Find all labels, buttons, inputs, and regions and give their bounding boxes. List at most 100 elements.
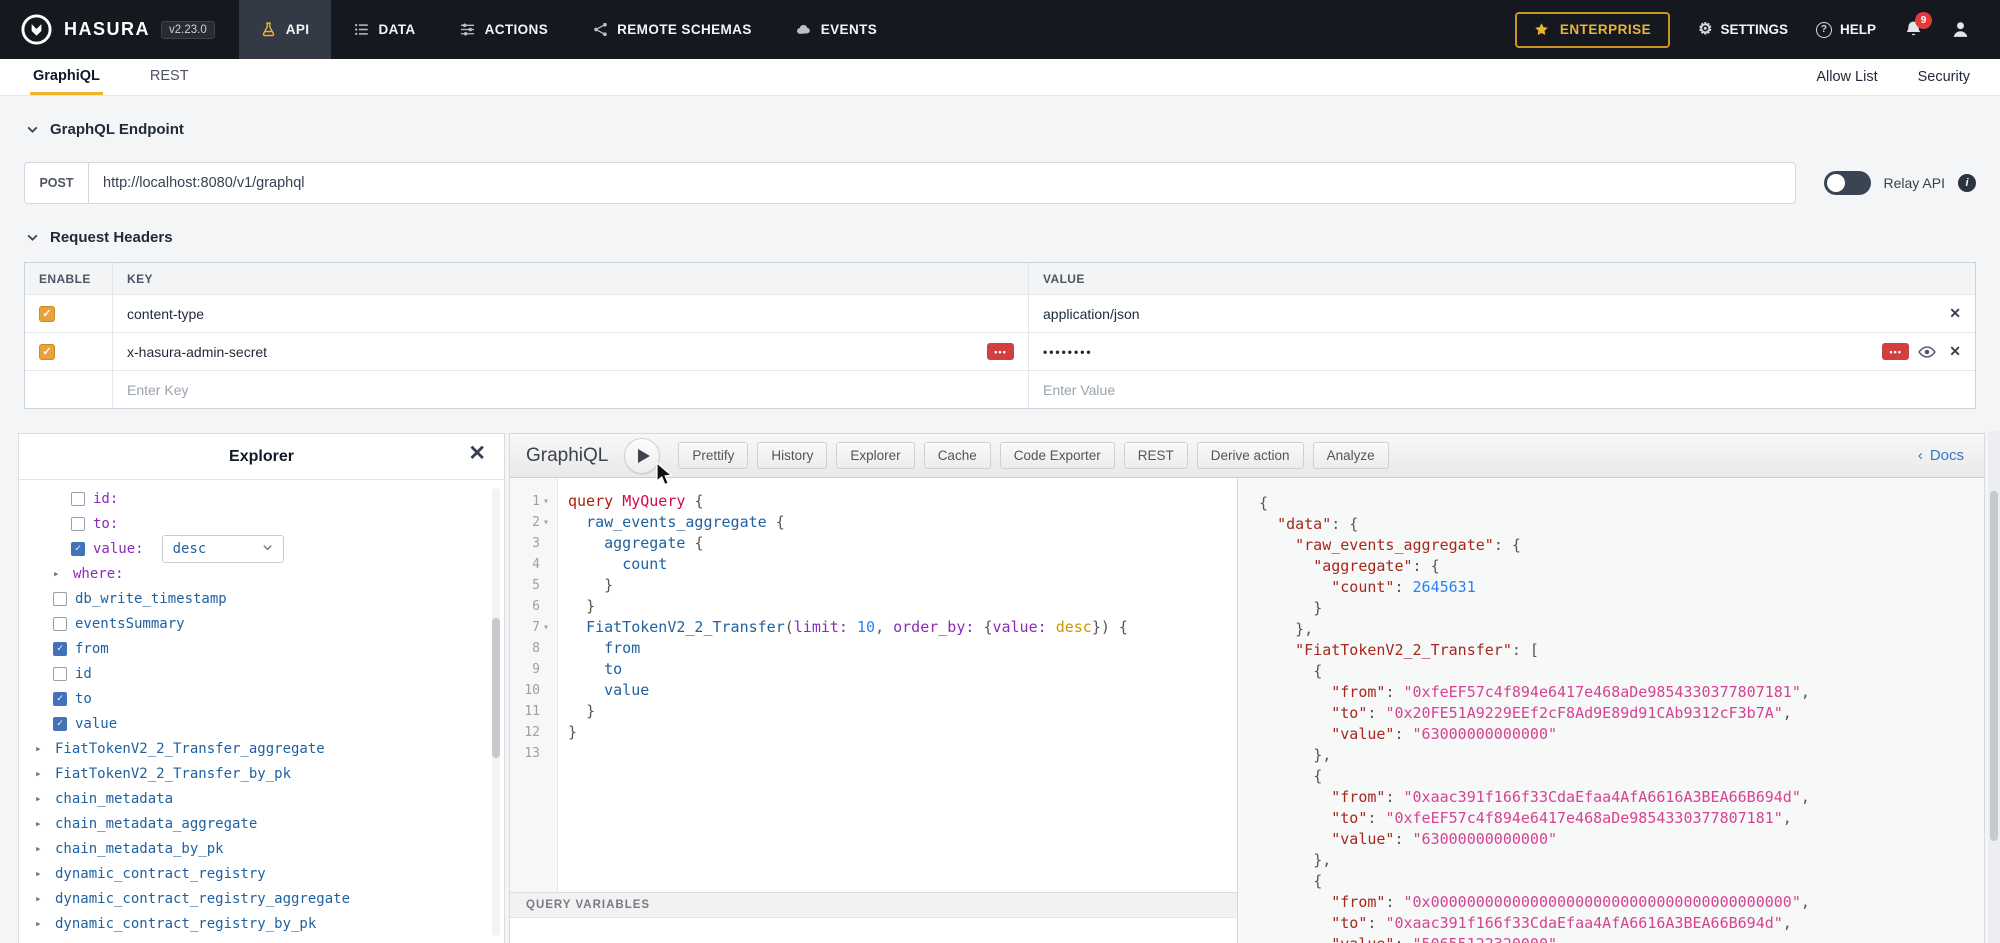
close-icon[interactable]: ✕ [468,443,486,464]
request-headers-section-header[interactable]: Request Headers [26,226,2000,248]
expand-arrow-icon[interactable]: ▸ [35,892,47,905]
toolbar-button-prettify[interactable]: Prettify [678,442,748,469]
link-security[interactable]: Security [1918,69,1970,85]
relay-api-toggle[interactable] [1824,171,1871,195]
scrollbar-thumb[interactable] [492,618,500,758]
notifications-button[interactable]: 9 [1904,20,1923,39]
query-variables-editor[interactable] [510,918,1237,943]
info-icon[interactable]: i [1958,174,1976,192]
response-scrollbar[interactable] [1988,431,2000,943]
enterprise-button[interactable]: ENTERPRISE [1515,12,1670,48]
graphql-endpoint-input[interactable] [88,162,1796,204]
explorer-item-from[interactable]: ✓from [19,636,504,661]
toolbar-button-analyze[interactable]: Analyze [1313,442,1389,469]
docs-label: Docs [1930,447,1964,464]
line-number-gutter: 1▾2▾34567▾8910111213 [510,478,558,892]
field-checkbox[interactable] [53,617,67,631]
sort-direction-select[interactable]: desc [162,535,284,563]
new-header-key-input[interactable] [127,382,1014,398]
user-menu-button[interactable] [1951,20,1970,39]
help-button[interactable]: ? HELP [1816,22,1876,38]
field-checkbox[interactable]: ✓ [53,717,67,731]
fold-arrow-icon[interactable]: ▾ [543,517,554,528]
nav-item-api[interactable]: API [239,0,332,59]
link-allow-list[interactable]: Allow List [1816,69,1877,85]
explorer-item-value[interactable]: ✓value [19,711,504,736]
field-checkbox[interactable] [53,592,67,606]
explorer-item-id[interactable]: id [19,661,504,686]
query-variables-header[interactable]: QUERY VARIABLES [510,892,1237,918]
new-header-value-input[interactable] [1043,382,1961,398]
hasura-brand[interactable]: HASURA v2.23.0 [0,0,239,59]
field-checkbox[interactable]: ✓ [53,642,67,656]
header-key[interactable]: x-hasura-admin-secret [127,344,978,360]
explorer-item-fiattokenv2-2-transfer-by-pk[interactable]: ▸FiatTokenV2_2_Transfer_by_pk [19,761,504,786]
explorer-item-chain-metadata-by-pk[interactable]: ▸chain_metadata_by_pk [19,836,504,861]
toolbar-button-rest[interactable]: REST [1124,442,1188,469]
tab-rest[interactable]: REST [147,59,192,95]
expand-arrow-icon[interactable]: ▸ [35,817,47,830]
fold-arrow-icon[interactable]: ▾ [543,496,554,507]
header-value[interactable]: application/json [1043,306,1936,322]
explorer-item-value-[interactable]: ✓value:desc [19,536,504,561]
response-line: { [1259,661,1984,682]
field-checkbox[interactable] [71,492,85,506]
explorer-item-db-write-timestamp[interactable]: db_write_timestamp [19,586,504,611]
expand-arrow-icon[interactable]: ▸ [35,767,47,780]
toolbar-button-cache[interactable]: Cache [924,442,991,469]
scrollbar-thumb[interactable] [1990,491,1998,841]
explorer-item-where-[interactable]: ▸where: [19,561,504,586]
header-key[interactable]: content-type [127,306,1014,322]
question-icon: ? [1816,22,1832,38]
field-checkbox[interactable]: ✓ [71,542,85,556]
explorer-item-dynamic-contract-registry-by-pk[interactable]: ▸dynamic_contract_registry_by_pk [19,911,504,936]
explorer-item-to[interactable]: ✓to [19,686,504,711]
toolbar-button-history[interactable]: History [757,442,827,469]
explorer-item-eventssummary[interactable]: eventsSummary [19,611,504,636]
nav-item-events[interactable]: EVENTS [774,0,899,59]
explorer-item-dynamic-contract-registry[interactable]: ▸dynamic_contract_registry [19,861,504,886]
nav-item-data[interactable]: DATA [331,0,437,59]
explorer-item-fiattokenv2-2-transfer-aggregate[interactable]: ▸ FiatTokenV2_2_Transfer_aggregate [19,736,504,761]
execute-query-button[interactable] [624,438,660,474]
field-checkbox[interactable] [71,517,85,531]
fold-arrow-icon[interactable]: ▾ [543,622,554,633]
expand-arrow-icon[interactable]: ▸ [35,792,47,805]
enterprise-label: ENTERPRISE [1560,22,1651,37]
enable-checkbox[interactable]: ✓ [39,344,55,360]
header-value[interactable]: •••••••• [1043,345,1873,359]
explorer-item-chain-metadata[interactable]: ▸chain_metadata [19,786,504,811]
remove-header-button[interactable]: ✕ [1945,343,1961,360]
explorer-scrollbar[interactable] [492,488,500,936]
nav-item-actions[interactable]: ACTIONS [438,0,571,59]
line-number: 11 [510,701,557,722]
graphql-endpoint-section-header[interactable]: GraphQL Endpoint [26,118,2000,140]
toolbar-button-derive-action[interactable]: Derive action [1197,442,1304,469]
docs-link[interactable]: ‹ Docs [1918,447,1964,464]
explorer-item-chain-metadata-aggregate[interactable]: ▸chain_metadata_aggregate [19,811,504,836]
settings-button[interactable]: ⚙ SETTINGS [1698,22,1788,38]
field-checkbox[interactable]: ✓ [53,692,67,706]
expand-arrow-icon[interactable]: ▸ [35,917,47,930]
enable-checkbox[interactable]: ✓ [39,306,55,322]
field-checkbox[interactable] [53,667,67,681]
toolbar-button-code-exporter[interactable]: Code Exporter [1000,442,1115,469]
explorer-item-id-[interactable]: id: [19,486,504,511]
response-panel: { "data": { "raw_events_aggregate": { "a… [1238,478,1984,943]
star-icon [1534,22,1550,38]
explorer-item-dynamic-contract-registry-aggregate[interactable]: ▸dynamic_contract_registry_aggregate [19,886,504,911]
remove-header-button[interactable]: ✕ [1945,305,1961,322]
toolbar-button-explorer[interactable]: Explorer [836,442,914,469]
expand-arrow-icon[interactable]: ▸ [53,567,65,580]
query-code[interactable]: query MyQuery { raw_events_aggregate { a… [558,478,1237,892]
expand-arrow-icon[interactable]: ▸ [35,742,47,755]
response-line: "from": "0xfeEF57c4f894e6417e468aDe98543… [1259,682,1984,703]
nav-item-remote-schemas[interactable]: REMOTE SCHEMAS [570,0,774,59]
expand-arrow-icon[interactable]: ▸ [35,842,47,855]
explorer-item-label: FiatTokenV2_2_Transfer_aggregate [55,741,325,757]
explorer-item-to-[interactable]: to: [19,511,504,536]
tab-graphiql[interactable]: GraphiQL [30,59,103,95]
eye-icon[interactable] [1918,343,1936,361]
column-header-key: KEY [113,263,1029,294]
expand-arrow-icon[interactable]: ▸ [35,867,47,880]
